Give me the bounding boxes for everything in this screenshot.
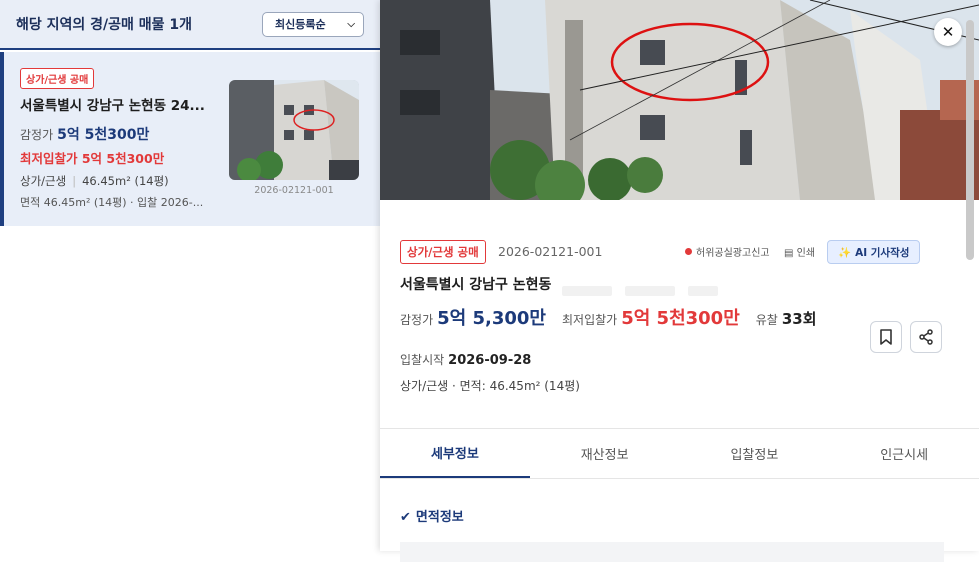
fail-count: 33회 — [781, 310, 817, 328]
appraisal-label: 감정가 — [20, 128, 54, 142]
ai-label: AI 기사작성 — [855, 246, 910, 259]
tab-bid-info[interactable]: 입찰정보 — [680, 429, 830, 478]
detail-type-badge: 상가/근생 공매 — [400, 240, 486, 264]
listing-card[interactable]: 상가/근생 공매 서울특별시 강남구 논현동 24... 감정가 5억 5천300… — [0, 52, 380, 226]
appraisal-row: 감정가 5억 5천300만 — [20, 124, 149, 144]
appraisal-label: 감정가 — [400, 313, 434, 327]
property-photo — [380, 0, 979, 200]
appraisal-value: 5억 5천300만 — [57, 127, 150, 143]
sort-select-value: 최신등록순 — [275, 18, 326, 31]
detail-tabs: 세부정보 재산정보 입찰정보 인근시세 — [380, 428, 979, 479]
scrollbar[interactable] — [966, 20, 974, 260]
close-icon: ✕ — [941, 23, 955, 41]
redacted-block — [562, 286, 612, 296]
listing-address: 서울특별시 강남구 논현동 24... — [20, 98, 205, 114]
appraisal-value: 5억 5,300만 — [437, 308, 546, 329]
detail-panel: ✕ 상가/근생 공매 2026-02121-001 허위공실광고신고 ▤ 인쇄 … — [380, 0, 979, 562]
detail-meta: 상가/근생 · 면적: 46.45m² (14평) — [400, 379, 580, 393]
bid-start-label: 입찰시작 — [400, 353, 445, 367]
check-icon: ✔ — [400, 510, 411, 525]
thumbnail-case-id: 2026-02121-001 — [254, 185, 334, 196]
section-content — [400, 542, 944, 562]
listing-thumbnail — [229, 80, 359, 180]
type-area-row: 상가/근생 | 46.45m² (14평) — [20, 173, 169, 189]
divider: | — [72, 174, 77, 188]
print-icon: ▤ — [784, 248, 794, 259]
bid-start-row: 입찰시작 2026-09-28 — [400, 351, 531, 368]
min-bid-label: 최저입찰가 — [561, 313, 618, 327]
chevron-down-icon: ⌵ — [347, 18, 355, 30]
min-bid-value: 5억 5천300만 — [621, 308, 740, 329]
report-dot-icon — [685, 248, 692, 255]
price-row: 감정가 5억 5,300만 최저입찰가 5억 5천300만 유찰 33회 — [400, 304, 817, 330]
share-icon — [919, 329, 933, 345]
listing-details: 면적 46.45m² (14평) · 입찰 2026-... — [20, 196, 204, 209]
sort-select[interactable]: 최신등록순 ⌵ — [262, 11, 364, 37]
print-button[interactable]: ▤ 인쇄 — [784, 244, 815, 259]
tab-details[interactable]: 세부정보 — [380, 429, 530, 478]
report-false-ad-link[interactable]: 허위공실광고신고 — [685, 244, 770, 259]
tab-nearby-prices[interactable]: 인근시세 — [829, 429, 979, 478]
ai-article-button[interactable]: ✨ AI 기사작성 — [827, 240, 921, 264]
redacted-block — [688, 286, 718, 296]
fail-label: 유찰 — [755, 313, 778, 327]
detail-case-id: 2026-02121-001 — [498, 244, 603, 259]
bookmark-button[interactable] — [870, 321, 902, 353]
listing-count-title: 해당 지역의 경/공매 매물 1개 — [16, 17, 193, 33]
report-label: 허위공실광고신고 — [696, 248, 770, 259]
close-button[interactable]: ✕ — [934, 18, 962, 46]
detail-address: 서울특별시 강남구 논현동 — [400, 277, 552, 293]
print-label: 인쇄 — [796, 248, 816, 259]
listing-panel: 해당 지역의 경/공매 매물 1개 최신등록순 ⌵ 상가/근생 공매 서울특별시… — [0, 0, 380, 551]
listing-area: 46.45m² (14평) — [82, 174, 169, 188]
listing-panel-header: 해당 지역의 경/공매 매물 1개 최신등록순 ⌵ — [0, 0, 380, 50]
property-type-badge: 상가/근생 공매 — [20, 68, 95, 89]
bid-start-value: 2026-09-28 — [448, 353, 532, 368]
min-bid-text: 최저입찰가 5억 5천300만 — [20, 151, 165, 166]
bookmark-icon — [880, 329, 892, 345]
section-title: ✔ 면적정보 — [400, 506, 464, 525]
share-button[interactable] — [910, 321, 942, 353]
tab-property-info[interactable]: 재산정보 — [530, 429, 680, 478]
section-title-text: 면적정보 — [415, 510, 464, 525]
listing-type: 상가/근생 — [20, 174, 67, 188]
redacted-block — [625, 286, 675, 296]
sparkle-icon: ✨ — [838, 246, 852, 259]
